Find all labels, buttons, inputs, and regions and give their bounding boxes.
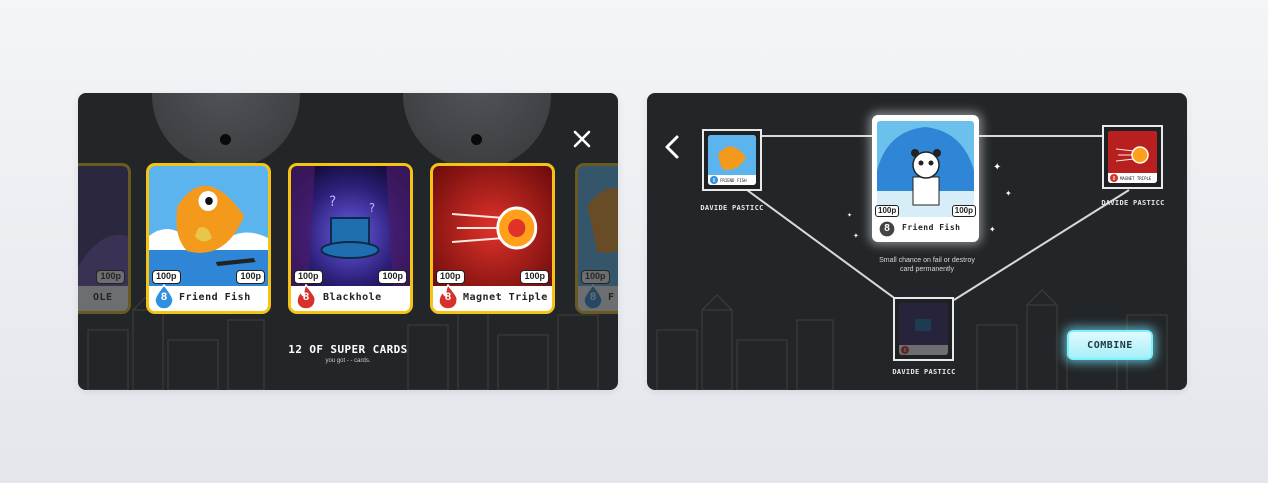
mini-card-placeholder: 8 <box>899 303 948 355</box>
ring-dot <box>471 134 482 145</box>
price-tag-left: 100p <box>294 270 323 284</box>
mini-card-name: MAGNET TRIPLE <box>1120 176 1152 181</box>
fire-badge-icon: 8 <box>295 283 317 310</box>
card-name: Magnet Triple <box>463 292 548 303</box>
collection-caption: 12 OF SUPER CARDS you got - - cards. <box>78 343 618 364</box>
combine-warning: Small chance on fail or destroy card per… <box>847 256 1007 274</box>
badge-level: 8 <box>444 291 452 303</box>
svg-text:?: ? <box>369 201 375 215</box>
badge-level: 8 <box>160 291 168 303</box>
price-tag-right: 100p <box>951 205 976 217</box>
sparkle-icon: ✦ <box>853 232 859 240</box>
card-magnet-triple[interactable]: 100p 100p Magnet Triple 8 <box>430 163 555 314</box>
price-tag: 100p <box>581 270 610 284</box>
price-tag-right: 100p <box>378 270 407 284</box>
card-name: OLE <box>93 292 113 303</box>
card-ghost-right[interactable]: 100p F 8 <box>575 163 618 314</box>
mini-card-magnet-triple: 8 MAGNET TRIPLE <box>1108 131 1157 183</box>
warning-line-2: card permanently <box>899 266 955 273</box>
collection-title: 12 OF SUPER CARDS <box>288 343 408 356</box>
price-tag-right: 100p <box>236 270 265 284</box>
ring-dot <box>220 134 231 145</box>
badge-level: 8 <box>884 223 890 234</box>
collection-subtitle: you got - - cards. <box>325 358 371 364</box>
badge-level: 8 <box>302 291 310 303</box>
card-slot-left[interactable]: 8 FRIEND FISH <box>702 129 762 191</box>
card-name: Friend Fish <box>179 292 251 303</box>
card-namebar: OLE <box>78 286 128 311</box>
card-combine-panel: 8 FRIEND FISH DAVIDE PASTICC 8 MAGNET TR… <box>647 93 1187 390</box>
water-drop-badge-icon: 8 <box>582 283 604 310</box>
center-card-name: Friend Fish <box>902 223 961 232</box>
price-tag: 100p <box>96 270 125 284</box>
back-button[interactable] <box>663 134 681 160</box>
card-collection-panel: 100p OLE 100p 100p Friend Fish 8 ? ? 100… <box>78 93 618 390</box>
center-card-art <box>877 121 974 217</box>
price-tag-left: 100p <box>436 270 465 284</box>
mini-badge-level: 8 <box>1113 176 1116 182</box>
mini-card-name: FRIEND FISH <box>720 178 747 183</box>
warning-line-1: Small chance on fail or destroy <box>879 257 975 264</box>
fire-badge-icon: 8 <box>437 283 459 310</box>
player-name-bottom: DAVIDE PASTICC <box>892 368 956 376</box>
decor-ring-left <box>152 93 300 169</box>
svg-text:?: ? <box>329 194 336 210</box>
mini-badge-level: 8 <box>904 348 907 354</box>
water-drop-badge-icon: 8 <box>153 283 175 310</box>
card-blackhole[interactable]: ? ? 100p 100p Blackhole 8 <box>288 163 413 314</box>
close-icon <box>573 130 591 148</box>
card-ghost-left[interactable]: 100p OLE <box>78 163 131 314</box>
card-name: Blackhole <box>323 292 382 303</box>
player-name-right: DAVIDE PASTICC <box>1101 199 1165 207</box>
player-name-left: DAVIDE PASTICC <box>700 204 764 212</box>
price-tag-left: 100p <box>875 205 900 217</box>
price-tag-right: 100p <box>520 270 549 284</box>
level-badge-icon: 8 <box>878 218 896 238</box>
card-slot-right[interactable]: 8 MAGNET TRIPLE <box>1102 125 1163 189</box>
chevron-left-icon <box>665 135 679 159</box>
mini-badge-level: 8 <box>713 178 716 184</box>
card-friend-fish[interactable]: 100p 100p Friend Fish 8 <box>146 163 271 314</box>
sparkle-icon: ✦ <box>989 225 996 234</box>
badge-level: 8 <box>589 291 597 303</box>
card-name: F <box>608 292 615 303</box>
center-combine-card[interactable]: 100p 100p 8 Friend Fish <box>872 115 979 242</box>
sparkle-icon: ✦ <box>1005 189 1012 198</box>
sparkle-icon: ✦ <box>847 212 853 219</box>
price-tag-left: 100p <box>152 270 181 284</box>
combine-button[interactable]: COMBINE <box>1067 330 1153 360</box>
card-slot-bottom[interactable]: 8 <box>893 297 954 361</box>
decor-ring-right <box>403 93 551 169</box>
close-button[interactable] <box>570 127 594 151</box>
sparkle-icon: ✦ <box>993 162 1002 173</box>
mini-card-friend-fish: 8 FRIEND FISH <box>708 135 756 185</box>
